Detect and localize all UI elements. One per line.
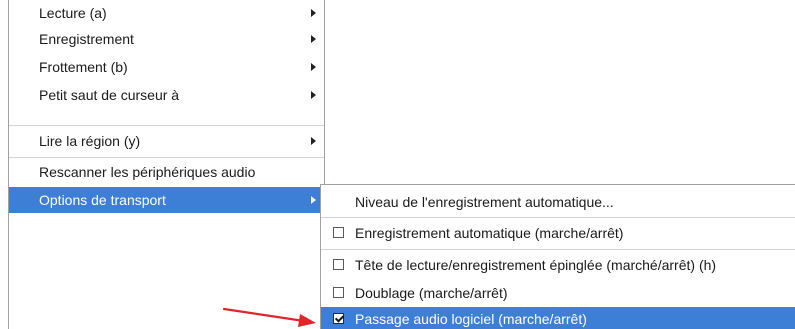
submenu-item-label: Passage audio logiciel (marche/arrêt) bbox=[355, 311, 587, 327]
submenu-item-label: Enregistrement automatique (marche/arrêt… bbox=[355, 225, 624, 241]
submenu-arrow-icon bbox=[311, 9, 316, 17]
menu-item-options-transport[interactable]: Options de transport bbox=[9, 187, 324, 213]
menu-item-rescanner[interactable]: Rescanner les périphériques audio bbox=[9, 159, 324, 185]
submenu-item-enregistrement-automatique[interactable]: Enregistrement automatique (marche/arrêt… bbox=[321, 219, 795, 247]
submenu-item-passage-audio-logiciel[interactable]: Passage audio logiciel (marche/arrêt) bbox=[321, 307, 795, 329]
submenu-separator bbox=[321, 217, 795, 218]
menu-item-frottement[interactable]: Frottement (b) bbox=[9, 53, 324, 81]
menu-item-petit-saut[interactable]: Petit saut de curseur à bbox=[9, 81, 324, 109]
submenu-item-doublage[interactable]: Doublage (marche/arrêt) bbox=[321, 279, 795, 307]
app-screen: Lecture (a) Enregistrement Frottement (b… bbox=[0, 0, 795, 329]
submenu-item-label: Niveau de l'enregistrement automatique..… bbox=[355, 194, 614, 210]
menu-separator bbox=[9, 125, 324, 126]
checkbox-icon[interactable] bbox=[333, 227, 344, 238]
submenu-arrow-icon bbox=[311, 91, 316, 99]
menu-item-lecture[interactable]: Lecture (a) bbox=[9, 1, 324, 25]
submenu-arrow-icon bbox=[311, 137, 316, 145]
menu-item-lire-region[interactable]: Lire la région (y) bbox=[9, 127, 324, 155]
red-annotation-arrow-icon bbox=[222, 307, 316, 327]
menu-item-label: Lecture (a) bbox=[39, 5, 107, 21]
transport-options-submenu: Niveau de l'enregistrement automatique..… bbox=[320, 184, 795, 329]
submenu-arrow-icon bbox=[311, 196, 316, 204]
checkbox-icon[interactable] bbox=[333, 259, 344, 270]
menu-separator bbox=[9, 157, 324, 158]
submenu-separator bbox=[321, 249, 795, 250]
submenu-item-niveau-enregistrement[interactable]: Niveau de l'enregistrement automatique..… bbox=[321, 187, 795, 217]
checkbox-icon[interactable] bbox=[333, 287, 344, 298]
checkbox-checked-icon[interactable] bbox=[333, 313, 344, 324]
transport-menu: Lecture (a) Enregistrement Frottement (b… bbox=[8, 0, 325, 329]
menu-item-label: Rescanner les périphériques audio bbox=[39, 164, 256, 180]
submenu-arrow-icon bbox=[311, 63, 316, 71]
submenu-item-tete-lecture-epinglee[interactable]: Tête de lecture/enregistrement épinglée … bbox=[321, 251, 795, 279]
menu-item-label: Options de transport bbox=[39, 192, 166, 208]
menu-item-label: Petit saut de curseur à bbox=[39, 87, 180, 103]
menu-item-label: Enregistrement bbox=[39, 31, 134, 47]
submenu-item-label: Tête de lecture/enregistrement épinglée … bbox=[355, 257, 717, 273]
menu-item-label: Frottement (b) bbox=[39, 59, 128, 75]
submenu-item-label: Doublage (marche/arrêt) bbox=[355, 285, 508, 301]
menu-item-enregistrement[interactable]: Enregistrement bbox=[9, 25, 324, 53]
menu-item-label: Lire la région (y) bbox=[39, 133, 141, 149]
submenu-arrow-icon bbox=[311, 35, 316, 43]
